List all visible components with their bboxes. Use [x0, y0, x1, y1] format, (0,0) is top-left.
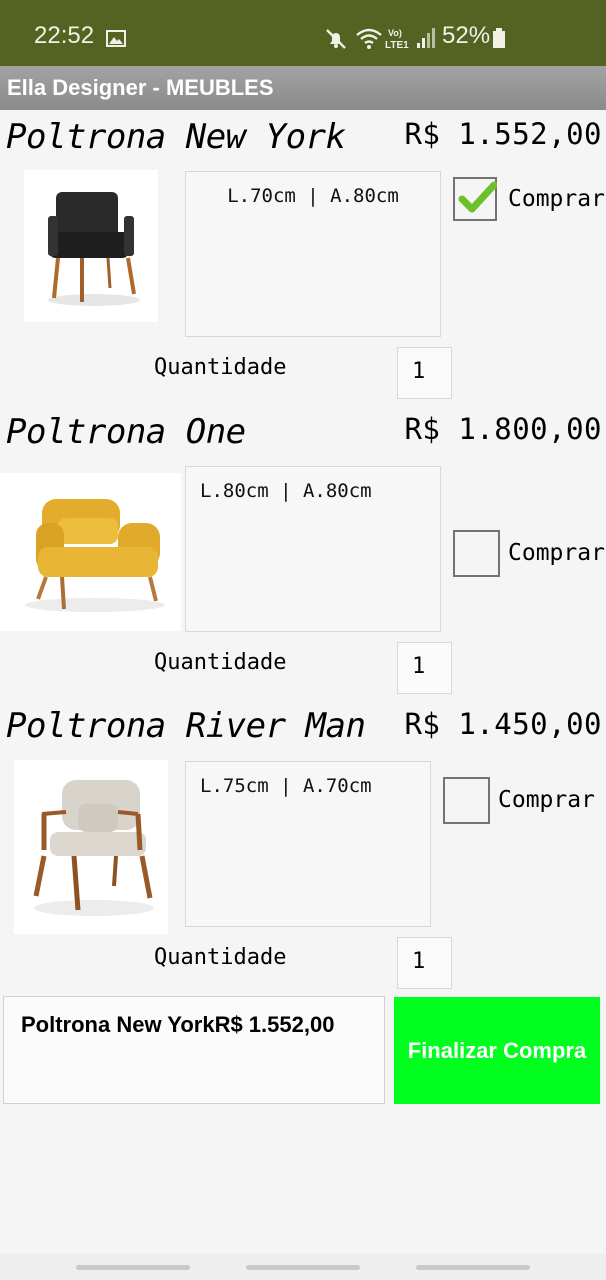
quantity-input[interactable]: 1	[397, 937, 452, 989]
buy-label[interactable]: Comprar	[508, 540, 605, 566]
quantity-label: Quantidade	[154, 650, 287, 675]
product-name: Poltrona One	[6, 412, 246, 452]
svg-text:LTE1: LTE1	[385, 40, 409, 51]
product-price: R$ 1.800,00	[404, 412, 602, 446]
product-dimensions: L.75cm | A.70cm	[185, 761, 431, 927]
product-image-yellow-armchair	[0, 473, 181, 631]
buy-checkbox[interactable]	[453, 530, 500, 577]
order-summary-text: Poltrona New YorkR$ 1.552,00	[21, 1012, 335, 1037]
system-nav-bar	[0, 1254, 606, 1280]
gallery-icon	[106, 30, 126, 47]
signal-icon	[417, 28, 435, 48]
check-icon	[458, 181, 497, 213]
buy-label[interactable]: Comprar	[508, 186, 605, 212]
status-time: 22:52	[34, 22, 95, 49]
product-image-wood-beige-armchair	[14, 760, 168, 934]
battery-percentage: 52%	[442, 22, 491, 49]
app-title: Ella Designer - MEUBLES	[7, 75, 274, 100]
battery-icon	[493, 28, 505, 48]
status-bar: 22:52 Vo) LTE1 52%	[0, 0, 606, 66]
finalize-purchase-button[interactable]: Finalizar Compra	[394, 997, 600, 1104]
quantity-input[interactable]: 1	[397, 642, 452, 694]
volte-icon: Vo) LTE1	[385, 28, 409, 51]
quantity-label: Quantidade	[154, 355, 287, 380]
app-title-bar: Ella Designer - MEUBLES	[0, 66, 606, 110]
quantity-input[interactable]: 1	[397, 347, 452, 399]
product-price: R$ 1.450,00	[404, 707, 602, 741]
product-image-black-armchair	[24, 170, 158, 322]
home-button[interactable]	[246, 1265, 360, 1270]
product-price: R$ 1.552,00	[404, 117, 602, 151]
svg-text:Vo): Vo)	[388, 28, 402, 38]
buy-checkbox[interactable]	[443, 777, 490, 824]
mute-icon	[326, 29, 346, 49]
wifi-icon	[356, 28, 382, 49]
order-summary: Poltrona New YorkR$ 1.552,00	[3, 996, 385, 1104]
buy-label[interactable]: Comprar	[498, 787, 595, 813]
product-name: Poltrona River Man	[6, 706, 366, 746]
quantity-label: Quantidade	[154, 945, 287, 970]
recent-apps-button[interactable]	[76, 1265, 190, 1270]
buy-checkbox[interactable]	[453, 177, 497, 221]
product-dimensions: L.70cm | A.80cm	[185, 171, 441, 337]
back-button[interactable]	[416, 1265, 530, 1270]
product-name: Poltrona New York	[6, 117, 346, 157]
product-dimensions: L.80cm | A.80cm	[185, 466, 441, 632]
